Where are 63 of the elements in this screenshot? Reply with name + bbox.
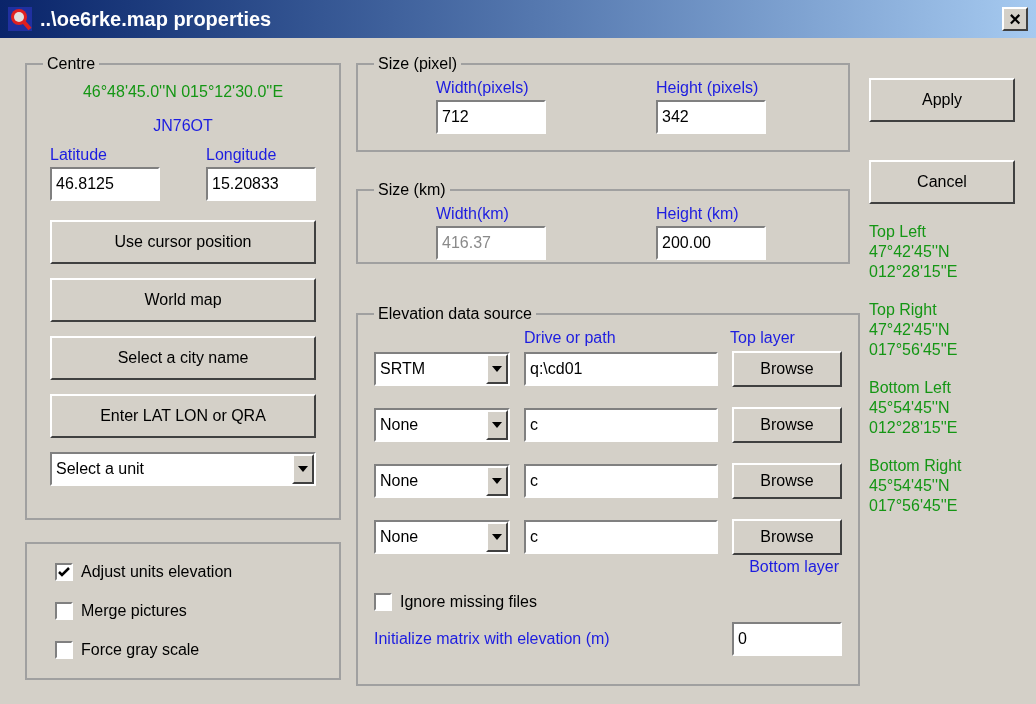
locator-text: JN76OT <box>153 116 213 136</box>
push-button[interactable]: Browse <box>732 463 842 499</box>
push-button[interactable]: Browse <box>732 519 842 555</box>
checkbox[interactable] <box>55 602 73 620</box>
checkbox[interactable] <box>55 562 73 581</box>
group-title: Size (km) <box>377 180 447 200</box>
column-footer: Bottom layer <box>749 555 839 579</box>
dropdown[interactable]: None <box>374 408 510 442</box>
input-field[interactable]: q:\cd01 <box>524 352 718 386</box>
push-button[interactable]: Cancel <box>869 160 1015 204</box>
input-field[interactable]: 0 <box>732 622 842 656</box>
field-label: Latitude <box>50 145 108 165</box>
dropdown[interactable]: Select a unit <box>50 452 316 486</box>
corner-label: Top Right <box>869 300 938 320</box>
group-title: Centre <box>46 54 97 74</box>
column-header: Top layer <box>730 328 795 348</box>
corner-longitude: 012°28'15''E <box>869 262 959 282</box>
checkbox-label: Adjust units elevation <box>81 561 233 582</box>
corner-label: Top Left <box>869 222 927 242</box>
dropdown[interactable]: SRTM <box>374 352 510 386</box>
corner-latitude: 45°54'45''N <box>869 398 951 418</box>
field-label: Width(pixels) <box>436 78 530 98</box>
push-button[interactable]: World map <box>50 278 316 322</box>
checkbox-label: Merge pictures <box>81 601 187 621</box>
column-header: Drive or path <box>524 328 617 348</box>
checkbox[interactable] <box>55 641 73 660</box>
push-button[interactable]: Browse <box>732 351 842 387</box>
checkbox-label: Ignore missing files <box>400 591 537 612</box>
corner-label: Bottom Right <box>869 456 963 476</box>
input-field[interactable]: c <box>524 408 718 442</box>
push-button[interactable]: Use cursor position <box>50 220 316 264</box>
input-field[interactable]: 46.8125 <box>50 167 160 201</box>
group-title: Elevation data source <box>377 304 533 324</box>
checkbox-label: Force gray scale <box>81 640 200 661</box>
input-field[interactable]: 342 <box>656 100 766 134</box>
input-field[interactable]: c <box>524 520 718 554</box>
dropdown[interactable]: None <box>374 520 510 554</box>
dropdown[interactable]: None <box>374 464 510 498</box>
corner-latitude: 47°42'45''N <box>869 242 951 262</box>
corner-latitude: 45°54'45''N <box>869 476 951 496</box>
corner-longitude: 017°56'45''E <box>869 496 959 516</box>
field-label: Width(km) <box>436 204 510 224</box>
corner-latitude: 47°42'45''N <box>869 320 951 340</box>
input-field[interactable]: 200.00 <box>656 226 766 260</box>
close-button[interactable]: × <box>1002 7 1028 31</box>
field-label: Initialize matrix with elevation (m) <box>374 629 610 649</box>
coordinates-text: 46°48'45.0''N 015°12'30.0''E <box>82 82 284 102</box>
corner-longitude: 017°56'45''E <box>869 340 959 360</box>
push-button[interactable]: Browse <box>732 407 842 443</box>
push-button[interactable]: Select a city name <box>50 336 316 380</box>
push-button[interactable]: Enter LAT LON or QRA <box>50 394 316 438</box>
input-field[interactable]: c <box>524 464 718 498</box>
input-field[interactable]: 712 <box>436 100 546 134</box>
checkbox[interactable] <box>374 592 392 611</box>
input-field[interactable]: 15.20833 <box>206 167 316 201</box>
corner-label: Bottom Left <box>869 378 952 398</box>
window-title: ..\oe6rke.map properties <box>40 7 273 32</box>
field-label: Height (pixels) <box>656 78 760 98</box>
group-title: Size (pixel) <box>377 54 459 74</box>
field-label: Longitude <box>206 145 278 165</box>
field-label: Height (km) <box>656 204 740 224</box>
push-button[interactable]: Apply <box>869 78 1015 122</box>
corner-longitude: 012°28'15''E <box>869 418 959 438</box>
